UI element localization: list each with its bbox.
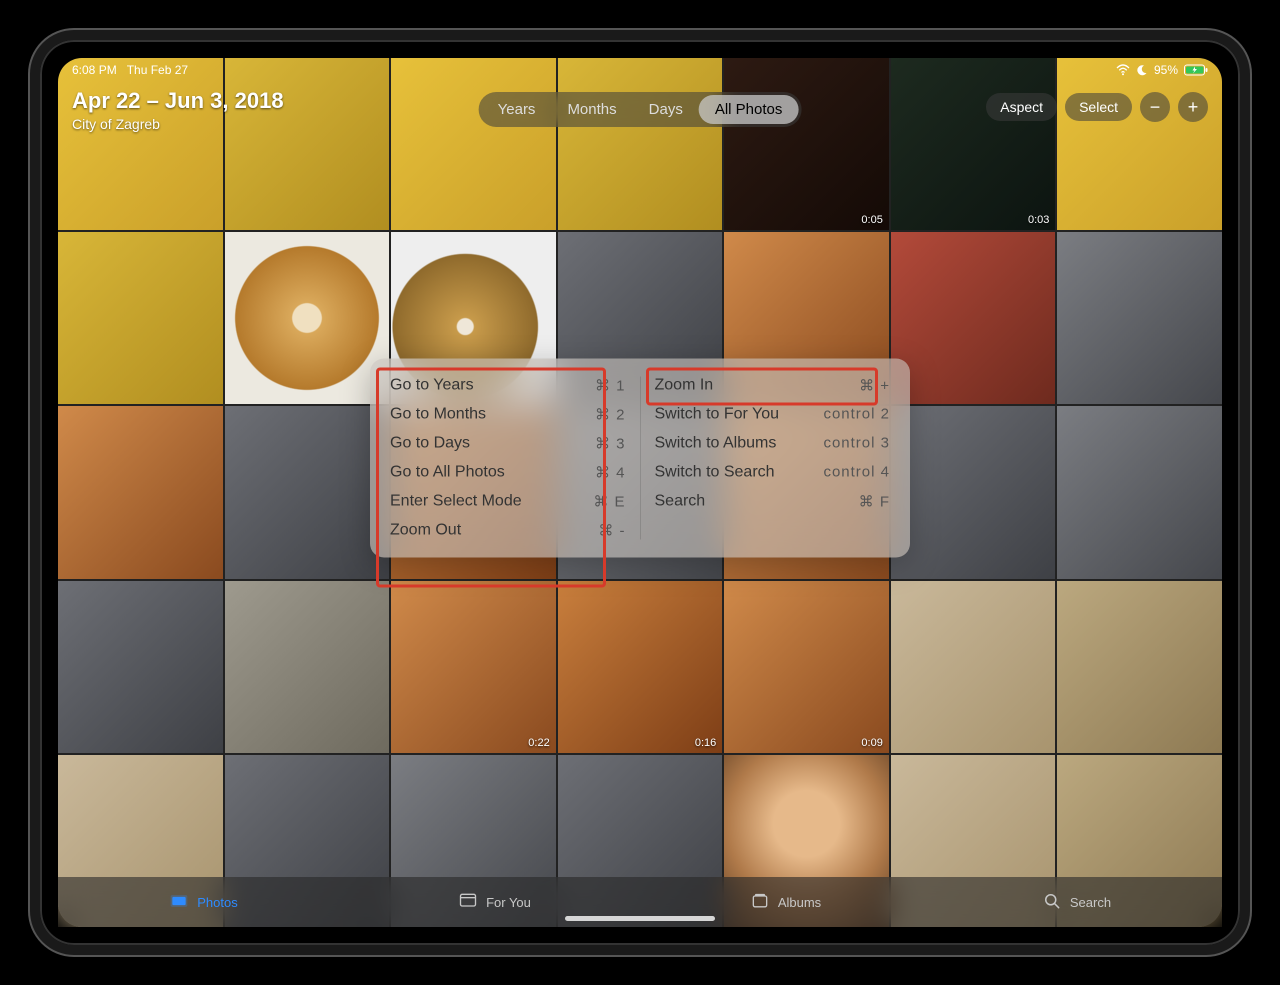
photo-thumb[interactable] <box>891 232 1056 404</box>
shortcut-go-to-days[interactable]: Go to Days⌘ 3 <box>390 434 626 452</box>
tab-label: Albums <box>778 895 821 910</box>
shortcut-search[interactable]: Search⌘ F <box>655 492 891 510</box>
zoom-out-button[interactable]: − <box>1140 92 1170 122</box>
video-duration: 0:03 <box>1028 214 1049 226</box>
library-header: Apr 22 – Jun 3, 2018 City of Zagreb <box>72 88 284 132</box>
keyboard-shortcuts-hud: Go to Years⌘ 1 Go to Months⌘ 2 Go to Day… <box>370 358 910 557</box>
photo-thumb[interactable] <box>225 406 390 578</box>
tab-label: For You <box>486 895 531 910</box>
status-time: 6:08 PM <box>72 63 117 77</box>
tab-label: Search <box>1070 895 1111 910</box>
shortcut-go-to-years[interactable]: Go to Years⌘ 1 <box>390 376 626 394</box>
photo-thumb[interactable] <box>225 58 390 230</box>
shortcut-zoom-out[interactable]: Zoom Out⌘ - <box>390 521 626 539</box>
photo-thumb[interactable] <box>1057 581 1222 753</box>
photo-thumb[interactable] <box>225 232 390 404</box>
aspect-button[interactable]: Aspect <box>986 93 1057 121</box>
photo-thumb[interactable]: 0:03 <box>891 58 1056 230</box>
photo-thumb[interactable] <box>391 58 556 230</box>
photo-thumb[interactable] <box>58 406 223 578</box>
shortcut-go-to-months[interactable]: Go to Months⌘ 2 <box>390 405 626 423</box>
screen: 6:08 PM Thu Feb 27 95% <box>58 58 1222 927</box>
photo-thumb[interactable] <box>58 581 223 753</box>
ipad-frame: 6:08 PM Thu Feb 27 95% <box>30 30 1250 955</box>
battery-percent: 95% <box>1154 63 1178 77</box>
hud-left-column: Go to Years⌘ 1 Go to Months⌘ 2 Go to Day… <box>376 376 640 539</box>
photos-icon <box>169 891 189 914</box>
video-duration: 0:22 <box>528 737 549 749</box>
status-date: Thu Feb 27 <box>127 63 188 77</box>
for-you-icon <box>458 891 478 914</box>
date-range-title: Apr 22 – Jun 3, 2018 <box>72 88 284 114</box>
shortcut-zoom-in[interactable]: Zoom In⌘ + <box>655 376 891 394</box>
shortcut-switch-for-you[interactable]: Switch to For Youcontrol 2 <box>655 405 891 423</box>
photo-thumb[interactable] <box>891 406 1056 578</box>
photo-thumb[interactable]: 0:22 <box>391 581 556 753</box>
seg-years[interactable]: Years <box>482 95 552 124</box>
home-indicator[interactable] <box>565 916 715 921</box>
photo-thumb[interactable] <box>1057 58 1222 230</box>
wifi-icon <box>1116 64 1130 76</box>
photo-thumb[interactable]: 0:16 <box>558 581 723 753</box>
albums-icon <box>750 891 770 914</box>
shortcut-switch-search[interactable]: Switch to Searchcontrol 4 <box>655 463 891 481</box>
tab-label: Photos <box>197 895 237 910</box>
location-subtitle: City of Zagreb <box>72 116 284 132</box>
photo-thumb[interactable] <box>891 581 1056 753</box>
tab-photos[interactable]: Photos <box>58 877 349 927</box>
photo-thumb[interactable] <box>1057 406 1222 578</box>
shortcut-switch-albums[interactable]: Switch to Albumscontrol 3 <box>655 434 891 452</box>
seg-all-photos[interactable]: All Photos <box>699 95 799 124</box>
photo-thumb[interactable] <box>225 581 390 753</box>
status-bar: 6:08 PM Thu Feb 27 95% <box>58 58 1222 82</box>
seg-days[interactable]: Days <box>633 95 699 124</box>
photo-thumb[interactable]: 0:09 <box>724 581 889 753</box>
photo-thumb[interactable] <box>558 58 723 230</box>
select-button[interactable]: Select <box>1065 93 1132 121</box>
right-toolbar: Aspect Select − + <box>986 92 1208 122</box>
photo-thumb[interactable] <box>58 58 223 230</box>
search-icon <box>1042 891 1062 914</box>
video-duration: 0:09 <box>861 737 882 749</box>
shortcut-go-to-all-photos[interactable]: Go to All Photos⌘ 4 <box>390 463 626 481</box>
zoom-in-button[interactable]: + <box>1178 92 1208 122</box>
seg-months[interactable]: Months <box>551 95 632 124</box>
battery-icon <box>1184 64 1208 76</box>
view-segmented-control: Years Months Days All Photos <box>479 92 802 127</box>
hud-right-column: Zoom In⌘ + Switch to For Youcontrol 2 Sw… <box>640 376 905 539</box>
photo-thumb[interactable] <box>58 232 223 404</box>
shortcut-enter-select-mode[interactable]: Enter Select Mode⌘ E <box>390 492 626 510</box>
photo-thumb[interactable]: 0:05 <box>724 58 889 230</box>
photo-thumb[interactable] <box>1057 232 1222 404</box>
video-duration: 0:05 <box>861 214 882 226</box>
video-duration: 0:16 <box>695 737 716 749</box>
tab-search[interactable]: Search <box>931 877 1222 927</box>
dnd-moon-icon <box>1136 64 1148 76</box>
